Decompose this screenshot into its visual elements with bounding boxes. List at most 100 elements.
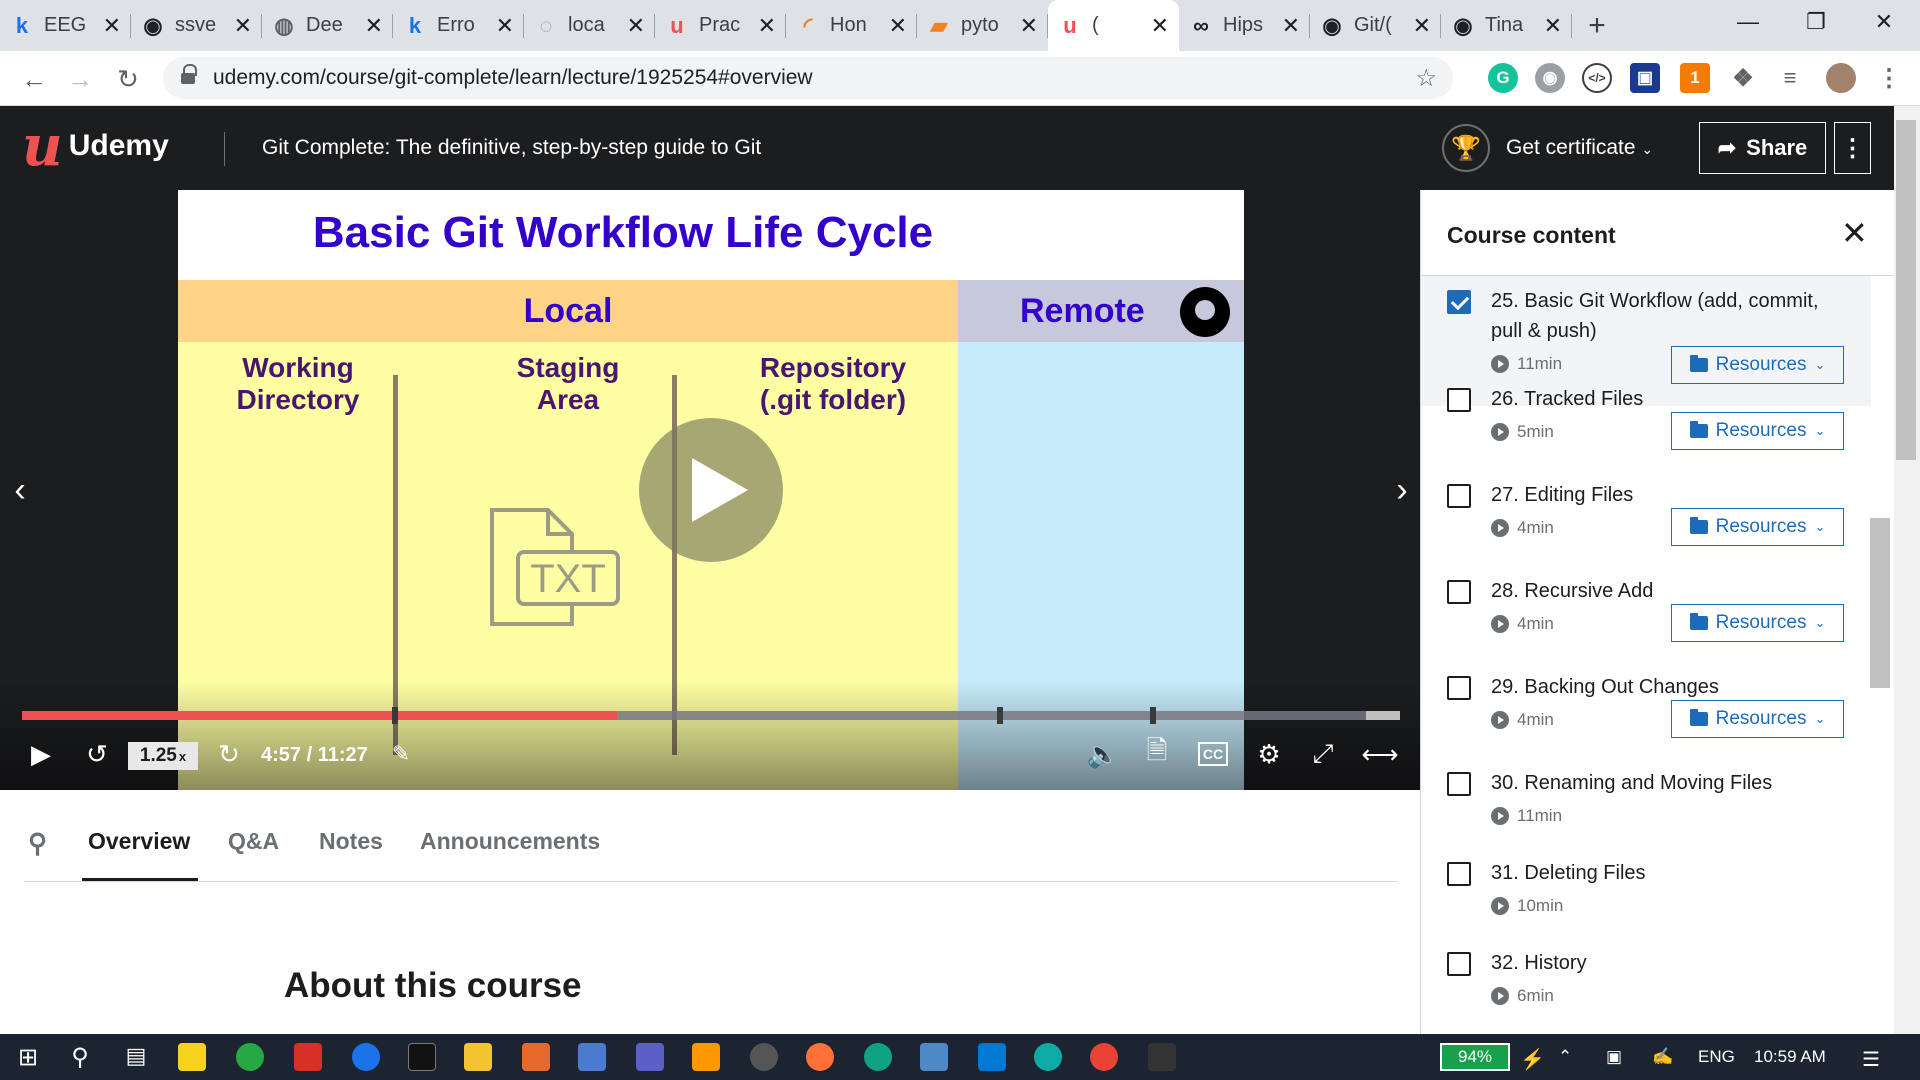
- resources-button[interactable]: Resources ⌄: [1671, 604, 1844, 642]
- chevron-up-icon[interactable]: ⌃: [1558, 1047, 1572, 1067]
- restore-button[interactable]: ❐: [1782, 0, 1850, 44]
- lecture-checkbox[interactable]: [1447, 484, 1471, 508]
- lecture-item[interactable]: 30. Renaming and Moving Files 11min: [1421, 758, 1871, 848]
- sticky-notes-icon[interactable]: [178, 1043, 206, 1071]
- close-window-button[interactable]: ✕: [1850, 0, 1918, 44]
- new-tab-button[interactable]: +: [1572, 0, 1622, 51]
- orange-extension-icon[interactable]: 1: [1680, 63, 1710, 93]
- lecture-checkbox[interactable]: [1447, 676, 1471, 700]
- mail-icon[interactable]: [294, 1043, 322, 1071]
- tab-close-icon[interactable]: ✕: [496, 13, 514, 39]
- tab-close-icon[interactable]: ✕: [758, 13, 776, 39]
- windows-start-icon[interactable]: ⊞: [14, 1043, 42, 1071]
- media-control-icon[interactable]: ≡: [1775, 63, 1805, 93]
- tab-announcements[interactable]: Announcements: [420, 828, 600, 855]
- settings-icon[interactable]: ⚙: [1250, 734, 1288, 774]
- browser-tab[interactable]: ◉ Git/(✕: [1310, 0, 1441, 51]
- next-lecture-arrow[interactable]: ›: [1382, 454, 1420, 526]
- lecture-item[interactable]: 32. History 6min: [1421, 938, 1871, 1028]
- browser-tab[interactable]: ◉ Tina ✕: [1441, 0, 1572, 51]
- browser-tab[interactable]: ◍ Dee ✕: [262, 0, 393, 51]
- play-icon[interactable]: ▶: [24, 734, 58, 774]
- tab-close-icon[interactable]: ✕: [1413, 13, 1431, 39]
- get-certificate-button[interactable]: Get certificate ⌄: [1506, 136, 1653, 160]
- network-app-icon[interactable]: [920, 1043, 948, 1071]
- transcript-icon[interactable]: 🗎: [1140, 734, 1174, 774]
- task-view-icon[interactable]: ▤: [122, 1043, 150, 1071]
- reload-button[interactable]: ↻: [108, 59, 148, 99]
- tab-qa[interactable]: Q&A: [228, 828, 279, 855]
- trophy-icon[interactable]: 🏆: [1442, 124, 1490, 172]
- browser-tab[interactable]: ◌ loca ✕: [524, 0, 655, 51]
- git-icon[interactable]: [1148, 1043, 1176, 1071]
- browser-tab[interactable]: u Prac ✕: [655, 0, 786, 51]
- previous-lecture-arrow[interactable]: ‹: [0, 454, 40, 526]
- tab-close-icon[interactable]: ✕: [234, 13, 252, 39]
- course-title-link[interactable]: Git Complete: The definitive, step-by-st…: [262, 136, 761, 160]
- volume-icon[interactable]: 🔈: [1084, 734, 1122, 774]
- tab-close-icon[interactable]: ✕: [889, 13, 907, 39]
- matlab-icon[interactable]: [522, 1043, 550, 1071]
- file-explorer-icon[interactable]: [464, 1043, 492, 1071]
- bluetooth-icon[interactable]: [352, 1043, 380, 1071]
- resources-button[interactable]: Resources ⌄: [1671, 700, 1844, 738]
- lecture-checkbox[interactable]: [1447, 952, 1471, 976]
- progress-bar[interactable]: [22, 707, 1400, 724]
- paint-icon[interactable]: [578, 1043, 606, 1071]
- forward-icon[interactable]: ↻: [212, 734, 246, 774]
- lecture-checkbox[interactable]: [1447, 862, 1471, 886]
- url-text[interactable]: udemy.com/course/git-complete/learn/lect…: [213, 66, 813, 90]
- tab-close-icon[interactable]: ✕: [1151, 13, 1169, 39]
- tab-close-icon[interactable]: ✕: [1282, 13, 1300, 39]
- vscode-icon[interactable]: [978, 1043, 1006, 1071]
- power-icon[interactable]: ⚡: [1520, 1047, 1545, 1072]
- browser-menu-icon[interactable]: ⋮: [1874, 63, 1904, 93]
- browser-tab[interactable]: u (✕: [1048, 0, 1179, 51]
- tab-notes[interactable]: Notes: [319, 828, 383, 855]
- udemy-logo[interactable]: u Udemy: [22, 118, 169, 174]
- clock[interactable]: 10:59 AM: [1754, 1047, 1826, 1067]
- app-icon[interactable]: [750, 1043, 778, 1071]
- tab-close-icon[interactable]: ✕: [365, 13, 383, 39]
- lecture-checkbox[interactable]: [1447, 388, 1471, 412]
- back-button[interactable]: ←: [14, 59, 54, 99]
- lecture-checkbox[interactable]: [1447, 772, 1471, 796]
- expand-width-icon[interactable]: ⟷: [1360, 734, 1400, 774]
- more-options-button[interactable]: ⋮: [1834, 122, 1871, 174]
- profile-avatar[interactable]: [1826, 63, 1856, 93]
- tab-close-icon[interactable]: ✕: [1544, 13, 1562, 39]
- lecture-item[interactable]: 26. Tracked Files 5min Resources ⌄: [1421, 374, 1871, 470]
- tab-overview[interactable]: Overview: [88, 828, 190, 855]
- sidebar-scrollbar-thumb[interactable]: [1870, 518, 1890, 688]
- playback-speed-button[interactable]: 1.25 x: [128, 742, 198, 770]
- share-button[interactable]: ➦ Share: [1699, 122, 1826, 174]
- chatgpt-icon[interactable]: [864, 1043, 892, 1071]
- address-bar[interactable]: udemy.com/course/git-complete/learn/lect…: [163, 57, 1453, 99]
- pen-icon[interactable]: ✍: [1652, 1047, 1673, 1067]
- code-extension-icon[interactable]: </>: [1582, 63, 1612, 93]
- teams-icon[interactable]: [636, 1043, 664, 1071]
- resources-button[interactable]: Resources ⌄: [1671, 508, 1844, 546]
- page-scrollbar-thumb[interactable]: [1896, 120, 1916, 460]
- lecture-checkbox[interactable]: [1447, 290, 1471, 314]
- edge-icon[interactable]: [1034, 1043, 1062, 1071]
- browser-tab[interactable]: k EEG ✕: [0, 0, 131, 51]
- minimize-button[interactable]: —: [1714, 0, 1782, 44]
- lecture-item[interactable]: 28. Recursive Add 4min Resources ⌄: [1421, 566, 1871, 662]
- bookmark-star-icon[interactable]: ☆: [1415, 64, 1437, 93]
- telegram-icon[interactable]: [236, 1043, 264, 1071]
- network-icon[interactable]: ▣: [1606, 1047, 1622, 1067]
- tab-close-icon[interactable]: ✕: [627, 13, 645, 39]
- browser-tab[interactable]: k Erro ✕: [393, 0, 524, 51]
- language-indicator[interactable]: ENG: [1698, 1047, 1735, 1067]
- lecture-item[interactable]: 31. Deleting Files 10min: [1421, 848, 1871, 938]
- lecture-item[interactable]: 27. Editing Files 4min Resources ⌄: [1421, 470, 1871, 566]
- lecture-checkbox[interactable]: [1447, 580, 1471, 604]
- resources-button[interactable]: Resources ⌄: [1671, 412, 1844, 450]
- screen-extension-icon[interactable]: ▣: [1630, 63, 1660, 93]
- sublime-icon[interactable]: [692, 1043, 720, 1071]
- browser-tab[interactable]: ◉ ssve ✕: [131, 0, 262, 51]
- globe-extension-icon[interactable]: ◉: [1535, 63, 1565, 93]
- close-icon[interactable]: ✕: [1841, 214, 1868, 252]
- terminal-icon[interactable]: [408, 1043, 436, 1071]
